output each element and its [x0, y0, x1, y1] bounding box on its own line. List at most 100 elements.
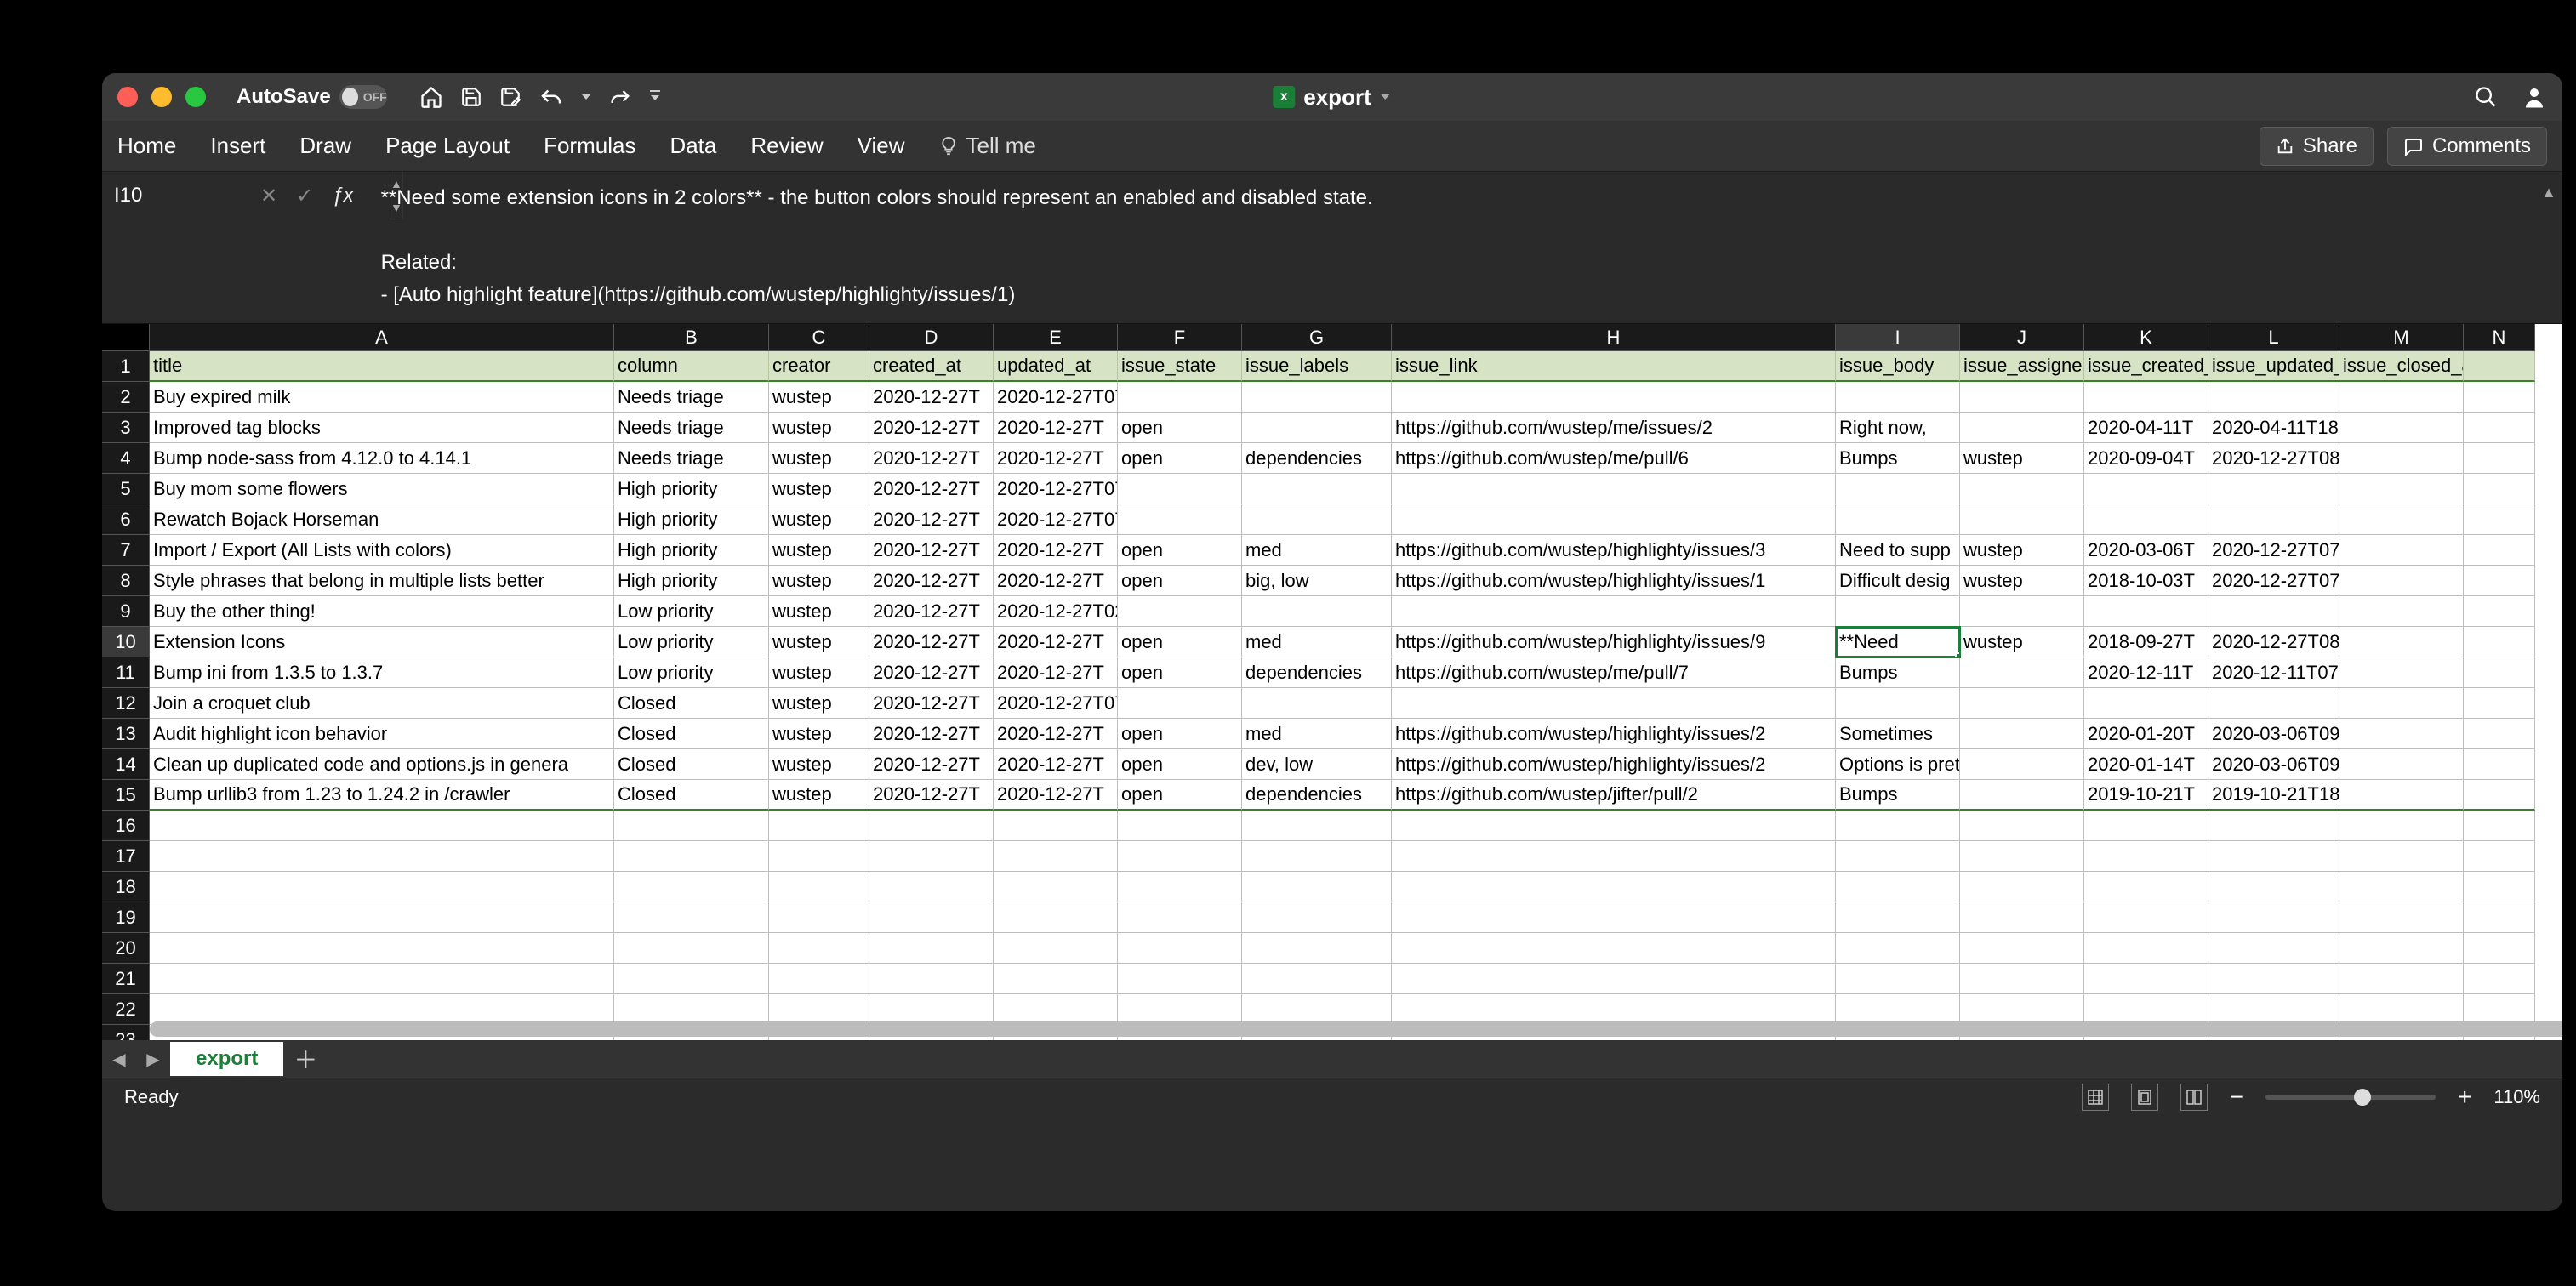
cell[interactable]	[769, 872, 869, 902]
column-header-B[interactable]: B	[614, 324, 769, 351]
cell[interactable]	[1242, 994, 1392, 1025]
row-header-20[interactable]: 20	[102, 933, 150, 964]
cell[interactable]: 2020-12-27T	[994, 719, 1118, 749]
cell[interactable]	[1118, 933, 1242, 964]
cell[interactable]	[2084, 994, 2208, 1025]
column-header-N[interactable]: N	[2464, 324, 2535, 351]
zoom-out-button[interactable]: −	[2230, 1084, 2243, 1111]
cell[interactable]: open	[1118, 749, 1242, 780]
cell[interactable]	[2339, 841, 2464, 872]
cell[interactable]: High priority	[614, 474, 769, 504]
cell[interactable]: wustep	[769, 474, 869, 504]
cell[interactable]	[150, 933, 614, 964]
cell[interactable]: wustep	[769, 382, 869, 413]
cell[interactable]: 2020-12-27T	[869, 474, 994, 504]
cell[interactable]	[1836, 902, 1960, 933]
cell[interactable]: 2020-12-27T	[869, 413, 994, 443]
cell[interactable]: Audit highlight icon behavior	[150, 719, 614, 749]
title-dropdown-icon[interactable]	[1380, 93, 1392, 101]
cell[interactable]: issue_link	[1392, 351, 1836, 382]
cell[interactable]	[2208, 841, 2339, 872]
cell[interactable]	[2464, 657, 2535, 688]
cell[interactable]	[994, 933, 1118, 964]
cell[interactable]	[1118, 902, 1242, 933]
cell[interactable]: 2018-09-27T	[2084, 627, 2208, 657]
cell[interactable]: Sometimes	[1836, 719, 1960, 749]
row-header-12[interactable]: 12	[102, 688, 150, 719]
cancel-formula-icon[interactable]: ✕	[260, 184, 277, 208]
cell[interactable]: https://github.com/wustep/highlighty/iss…	[1392, 535, 1836, 566]
cell[interactable]: 2020-12-27T	[869, 443, 994, 474]
cell[interactable]	[150, 964, 614, 994]
row-header-21[interactable]: 21	[102, 964, 150, 994]
cell[interactable]	[2208, 964, 2339, 994]
cell[interactable]: open	[1118, 780, 1242, 811]
cell[interactable]: open	[1118, 627, 1242, 657]
cell[interactable]: 2020-12-27T07:33:11Z	[2208, 566, 2339, 596]
cell[interactable]	[1960, 841, 2084, 872]
view-page-layout-icon[interactable]	[2131, 1084, 2158, 1111]
cell[interactable]	[1392, 994, 1836, 1025]
cell[interactable]	[2464, 474, 2535, 504]
cell[interactable]	[2208, 688, 2339, 719]
cell[interactable]	[2464, 443, 2535, 474]
cell[interactable]	[1960, 382, 2084, 413]
cell[interactable]	[2464, 566, 2535, 596]
cell[interactable]: dependencies	[1242, 443, 1392, 474]
tab-formulas[interactable]: Formulas	[544, 133, 635, 159]
cell[interactable]	[614, 841, 769, 872]
cell[interactable]	[2208, 933, 2339, 964]
cell[interactable]: Import / Export (All Lists with colors)	[150, 535, 614, 566]
column-header-D[interactable]: D	[869, 324, 994, 351]
cell[interactable]: Needs triage	[614, 413, 769, 443]
cell[interactable]: wustep	[769, 688, 869, 719]
cell[interactable]: https://github.com/wustep/me/pull/6	[1392, 443, 1836, 474]
cell[interactable]	[1118, 964, 1242, 994]
row-header-16[interactable]: 16	[102, 811, 150, 841]
cell[interactable]	[2339, 535, 2464, 566]
accept-formula-icon[interactable]: ✓	[296, 184, 313, 208]
cell[interactable]	[2208, 504, 2339, 535]
cell[interactable]	[1960, 964, 2084, 994]
cell[interactable]	[1960, 474, 2084, 504]
cell[interactable]: 2020-12-27T08:09:22Z	[2208, 443, 2339, 474]
cell[interactable]: 2020-12-11T	[2084, 657, 2208, 688]
cell[interactable]: 2020-12-27T	[869, 535, 994, 566]
cell[interactable]	[769, 902, 869, 933]
cell[interactable]	[1960, 933, 2084, 964]
cell[interactable]	[1242, 841, 1392, 872]
cell[interactable]: issue_closed_at	[2339, 351, 2464, 382]
cell[interactable]: issue_assignees	[1960, 351, 2084, 382]
cell[interactable]: issue_body	[1836, 351, 1960, 382]
cell[interactable]: wustep	[769, 535, 869, 566]
column-header-H[interactable]: H	[1392, 324, 1836, 351]
cell[interactable]: column	[614, 351, 769, 382]
cell[interactable]: 2020-03-06T	[2084, 535, 2208, 566]
cell[interactable]: dev, low	[1242, 749, 1392, 780]
cell[interactable]: wustep	[1960, 566, 2084, 596]
cell[interactable]	[2464, 780, 2535, 811]
cell[interactable]	[2339, 933, 2464, 964]
cell[interactable]	[1118, 872, 1242, 902]
cell[interactable]: 2020-12-27T	[869, 657, 994, 688]
cell[interactable]	[2339, 749, 2464, 780]
cell[interactable]: Clean up duplicated code and options.js …	[150, 749, 614, 780]
cell[interactable]: Bump ini from 1.3.5 to 1.3.7	[150, 657, 614, 688]
search-icon[interactable]	[2474, 85, 2498, 109]
tab-insert[interactable]: Insert	[210, 133, 265, 159]
cell[interactable]	[1960, 994, 2084, 1025]
cell[interactable]	[2084, 474, 2208, 504]
cell[interactable]	[2208, 596, 2339, 627]
formula-bar-expand-icon[interactable]: ▲	[2535, 172, 2562, 202]
tab-review[interactable]: Review	[750, 133, 823, 159]
row-header-5[interactable]: 5	[102, 474, 150, 504]
cell[interactable]	[2464, 351, 2535, 382]
cell[interactable]	[1392, 964, 1836, 994]
cell[interactable]: 2020-12-27T	[869, 504, 994, 535]
cell[interactable]	[1242, 413, 1392, 443]
minimize-window-button[interactable]	[151, 87, 172, 107]
cell[interactable]: med	[1242, 719, 1392, 749]
cell[interactable]	[2084, 933, 2208, 964]
cell[interactable]	[1392, 902, 1836, 933]
cell[interactable]	[2084, 964, 2208, 994]
